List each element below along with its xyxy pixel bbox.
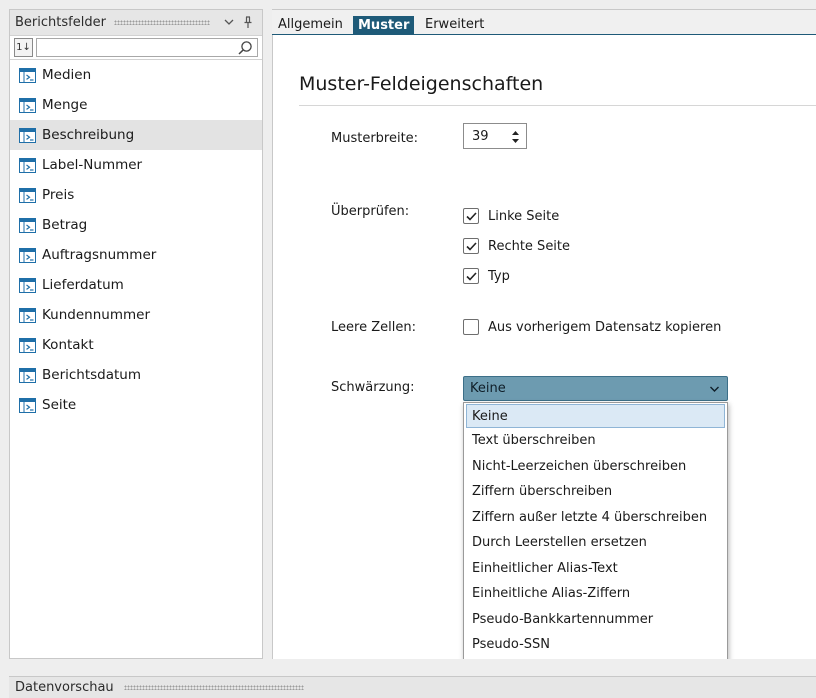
sort-button[interactable]: 1↓ <box>14 38 33 57</box>
field-item-label: Menge <box>42 97 88 113</box>
field-search-box[interactable] <box>36 38 258 57</box>
field-item-label: Medien <box>42 67 92 83</box>
field-item-label: Seite <box>42 397 77 413</box>
field-item-label: Label-Nummer <box>42 157 143 173</box>
field-item[interactable]: Betrag <box>10 210 262 240</box>
dropdown-option[interactable]: Einheitliche Alias-Ziffern <box>464 581 727 607</box>
sort-label: 1↓ <box>16 42 31 53</box>
field-table-icon <box>19 157 36 173</box>
field-item-label: Auftragsnummer <box>42 247 157 263</box>
check-left-side[interactable]: Linke Seite <box>463 208 559 224</box>
field-table-icon <box>19 277 36 293</box>
spin-up-icon[interactable] <box>511 129 520 137</box>
panel-title: Berichtsfelder <box>15 15 106 30</box>
field-table-icon <box>19 97 36 113</box>
checkbox-copy-from-previous[interactable] <box>463 319 479 335</box>
check-label: Überprüfen: <box>331 204 410 219</box>
check-type[interactable]: Typ <box>463 268 510 284</box>
field-item-label: Berichtsdatum <box>42 367 142 383</box>
dropdown-option[interactable]: Pseudo-Bankkartennummer <box>464 607 727 633</box>
dropdown-option[interactable]: Keine <box>466 404 725 428</box>
field-search-input[interactable] <box>37 39 257 56</box>
field-item[interactable]: Preis <box>10 180 262 210</box>
check-right-side-label: Rechte Seite <box>488 238 571 254</box>
copy-from-previous-label: Aus vorherigem Datensatz kopieren <box>488 319 722 335</box>
field-item-label: Preis <box>42 187 75 203</box>
dropdown-option[interactable]: Ziffern außer letzte 4 überschreiben <box>464 505 727 531</box>
dropdown-option[interactable]: Durch Leerstellen ersetzen <box>464 530 727 556</box>
field-item[interactable]: Seite <box>10 390 262 420</box>
dropdown-option[interactable]: Pseudo-SSN <box>464 632 727 658</box>
report-fields-panel: Berichtsfelder 1↓ Medien Menge Beschreibun… <box>9 9 263 659</box>
checkmark-icon <box>465 271 477 281</box>
pattern-width-stepper[interactable]: 39 <box>463 123 527 149</box>
check-type-label: Typ <box>488 268 510 284</box>
pattern-width-value[interactable]: 39 <box>472 129 489 144</box>
tab-allgemein[interactable]: Allgemein <box>278 17 343 32</box>
app-window: Berichtsfelder 1↓ Medien Menge Beschreibun… <box>0 0 816 698</box>
title-divider <box>299 105 816 106</box>
field-table-icon <box>19 367 36 383</box>
field-search-row: 1↓ <box>10 36 262 60</box>
tab-erweitert[interactable]: Erweitert <box>425 17 484 32</box>
field-table-icon <box>19 247 36 263</box>
field-table-icon <box>19 307 36 323</box>
field-item[interactable]: Berichtsdatum <box>10 360 262 390</box>
tab-strip: Allgemein Muster Erweitert <box>272 9 816 37</box>
checkmark-icon <box>465 211 477 221</box>
section-title: Muster-Feldeigenschaften <box>299 73 544 95</box>
checkbox-right-side[interactable] <box>463 238 479 254</box>
field-table-icon <box>19 337 36 353</box>
search-icon[interactable] <box>237 40 253 56</box>
field-item[interactable]: Beschreibung <box>10 120 262 150</box>
dropdown-option[interactable]: Nicht-Leerzeichen überschreiben <box>464 454 727 480</box>
pattern-width-label: Musterbreite: <box>331 131 419 146</box>
field-item[interactable]: Kundennummer <box>10 300 262 330</box>
pattern-properties-pane: Muster-Feldeigenschaften Musterbreite: 3… <box>272 35 816 698</box>
dropdown-option[interactable]: Text überschreiben <box>464 428 727 454</box>
field-item-label: Lieferdatum <box>42 277 124 293</box>
redaction-selected-value: Keine <box>470 381 506 396</box>
bottom-spacer <box>0 659 816 676</box>
field-table-icon <box>19 217 36 233</box>
field-item[interactable]: Lieferdatum <box>10 270 262 300</box>
drag-grip[interactable] <box>113 20 210 25</box>
redaction-label: Schwärzung: <box>331 380 415 395</box>
field-item-label: Beschreibung <box>42 127 135 143</box>
field-item[interactable]: Auftragsnummer <box>10 240 262 270</box>
field-table-icon <box>19 67 36 83</box>
field-item[interactable]: Label-Nummer <box>10 150 262 180</box>
chevron-down-icon[interactable] <box>709 385 720 393</box>
field-table-icon <box>19 397 36 413</box>
field-item-label: Betrag <box>42 217 88 233</box>
panel-menu-chevron-icon[interactable] <box>221 15 237 31</box>
copy-from-previous-row[interactable]: Aus vorherigem Datensatz kopieren <box>463 319 721 335</box>
field-item[interactable]: Medien <box>10 60 262 90</box>
check-left-side-label: Linke Seite <box>488 208 560 224</box>
field-item-label: Kontakt <box>42 337 94 353</box>
field-item-label: Kundennummer <box>42 307 150 323</box>
field-table-icon <box>19 187 36 203</box>
redaction-dropdown-list: Keine Text überschreiben Nicht-Leerzeichen… <box>463 402 728 698</box>
checkmark-icon <box>465 241 477 251</box>
checkbox-type[interactable] <box>463 268 479 284</box>
checkbox-left-side[interactable] <box>463 208 479 224</box>
field-item[interactable]: Kontakt <box>10 330 262 360</box>
field-item[interactable]: Menge <box>10 90 262 120</box>
spin-down-icon[interactable] <box>511 137 520 145</box>
check-right-side[interactable]: Rechte Seite <box>463 238 570 254</box>
tab-muster[interactable]: Muster <box>353 16 415 37</box>
report-fields-header: Berichtsfelder <box>10 10 262 36</box>
drag-grip[interactable] <box>123 685 304 690</box>
data-preview-title: Datenvorschau <box>15 680 114 695</box>
data-preview-header: Datenvorschau <box>9 676 816 698</box>
field-table-icon <box>19 127 36 143</box>
field-list: Medien Menge Beschreibung Label-Nummer Preis… <box>10 60 262 420</box>
dropdown-option[interactable]: Ziffern überschreiben <box>464 479 727 505</box>
pin-icon[interactable] <box>240 15 256 31</box>
empty-cells-label: Leere Zellen: <box>331 320 416 335</box>
dropdown-option[interactable]: Einheitlicher Alias-Text <box>464 556 727 582</box>
redaction-select[interactable]: Keine <box>463 376 728 401</box>
